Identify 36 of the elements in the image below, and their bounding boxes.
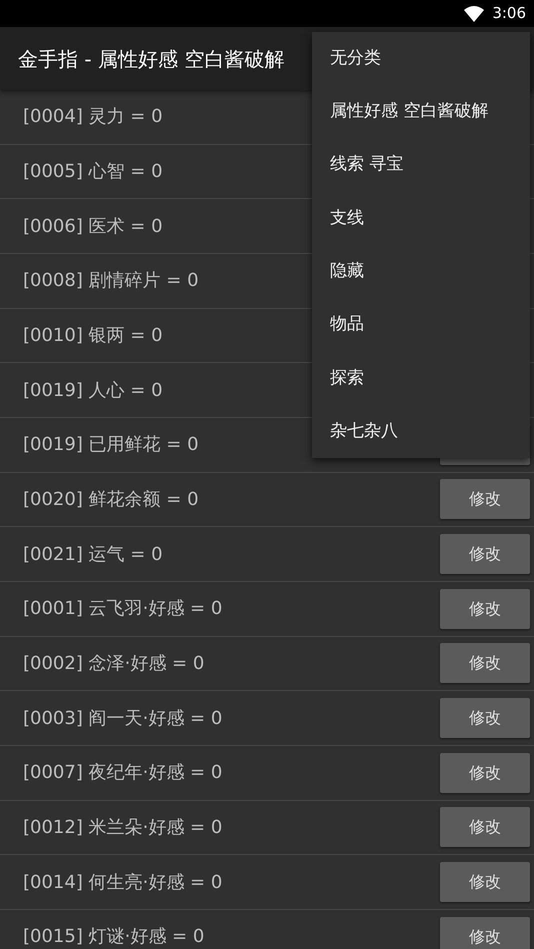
edit-button[interactable]: 修改 [440,916,530,949]
entry-text: [0007] 夜纪年·好感 = 0 [23,761,222,786]
edit-button[interactable]: 修改 [440,534,530,574]
menu-item[interactable]: 隐藏 [312,245,530,298]
entry-text: [0014] 何生亮·好感 = 0 [23,870,222,895]
menu-item[interactable]: 支线 [312,192,530,246]
edit-button[interactable]: 修改 [440,588,530,629]
entry-text: [0008] 剧情碎片 = 0 [23,269,199,294]
entry-text: [0019] 人心 = 0 [23,378,163,403]
entry-text: [0004] 灵力 = 0 [23,105,163,130]
entry-text: [0005] 心智 = 0 [23,160,163,184]
entry-text: [0021] 运气 = 0 [23,542,163,567]
entry-text: [0002] 念泽·好感 = 0 [23,652,204,676]
menu-item[interactable]: 探索 [312,352,530,406]
entry-text: [0015] 灯谜·好感 = 0 [23,925,204,949]
edit-button[interactable]: 修改 [440,479,530,520]
menu-item[interactable]: 线索 寻宝 [312,138,530,192]
entry-text: [0001] 云飞羽·好感 = 0 [23,597,222,622]
clock: 3:06 [492,3,526,24]
entry-text: [0006] 医术 = 0 [23,214,163,239]
edit-button[interactable]: 修改 [440,643,530,684]
entry-text: [0012] 米兰朵·好感 = 0 [23,816,222,840]
entry-text: [0010] 银两 = 0 [23,324,163,348]
entry-text: [0020] 鲜花余额 = 0 [23,488,199,512]
entry-text: [0019] 已用鲜花 = 0 [23,433,199,458]
edit-button[interactable]: 修改 [440,698,530,738]
wifi-icon [464,6,484,22]
edit-button[interactable]: 修改 [440,807,530,848]
menu-item[interactable]: 物品 [312,298,530,352]
menu-item[interactable]: 属性好感 空白酱破解 [312,85,530,139]
app-title: 金手指 - 属性好感 空白酱破解 [18,46,284,72]
menu-item[interactable]: 杂七杂八 [312,405,530,458]
menu-item[interactable]: 无分类 [312,32,530,86]
edit-button[interactable]: 修改 [440,752,530,793]
edit-button[interactable]: 修改 [440,862,530,902]
entry-text: [0003] 阎一天·好感 = 0 [23,706,222,731]
